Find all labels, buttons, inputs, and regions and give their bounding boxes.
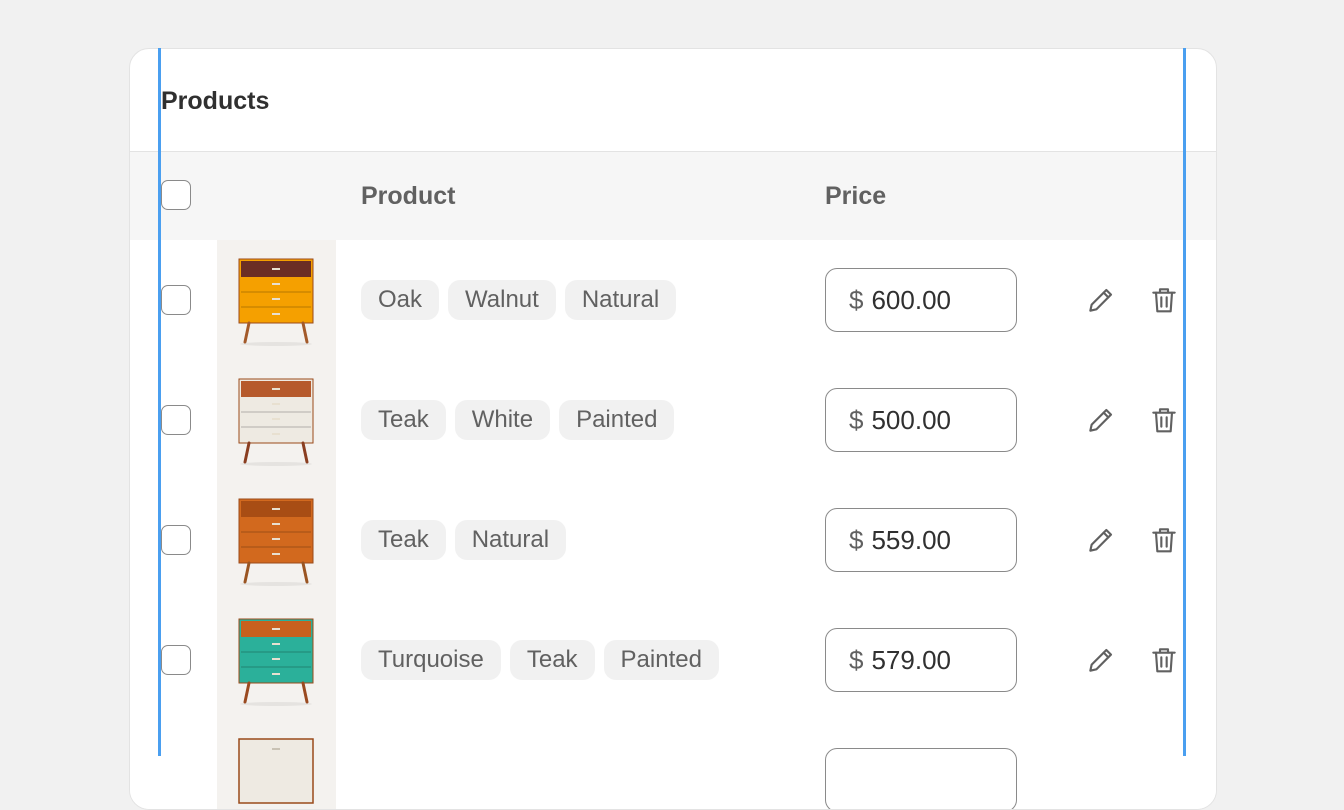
price-value: 600.00	[871, 284, 951, 315]
product-tags: Teak White Painted	[361, 400, 675, 440]
trash-icon[interactable]	[1148, 524, 1180, 556]
product-thumbnail	[217, 360, 336, 480]
table-header: Product Price	[130, 151, 1216, 241]
table-row: Oak Walnut Natural $600.00	[130, 240, 1216, 361]
row-checkbox[interactable]	[161, 405, 191, 435]
pencil-icon[interactable]	[1085, 524, 1117, 556]
row-checkbox[interactable]	[161, 285, 191, 315]
right-guide-line	[1183, 48, 1186, 756]
product-tags: Oak Walnut Natural	[361, 280, 677, 320]
table-row: Teak White Painted $500.00	[130, 360, 1216, 481]
table-row: Turquoise Teak Painted $579.00	[130, 600, 1216, 721]
currency-symbol: $	[849, 404, 864, 435]
card-title: Products	[161, 87, 270, 115]
tag-chip: Teak	[361, 520, 446, 560]
currency-symbol: $	[849, 284, 864, 315]
price-input[interactable]	[825, 748, 1017, 809]
price-input[interactable]: $579.00	[825, 628, 1017, 692]
products-card: Products Product Price Oak Walnut Natural $…	[129, 48, 1217, 810]
trash-icon[interactable]	[1148, 404, 1180, 436]
table-row-partial	[130, 720, 1216, 809]
price-value: 500.00	[871, 404, 951, 435]
price-input[interactable]: $600.00	[825, 268, 1017, 332]
product-thumbnail	[217, 480, 336, 600]
trash-icon[interactable]	[1148, 284, 1180, 316]
tag-chip: Natural	[454, 520, 567, 560]
price-value: 579.00	[871, 644, 951, 675]
table-row: Teak Natural $559.00	[130, 480, 1216, 601]
product-thumbnail	[217, 720, 336, 809]
price-input[interactable]: $559.00	[825, 508, 1017, 572]
tag-chip: Oak	[361, 280, 440, 320]
row-checkbox[interactable]	[161, 645, 191, 675]
trash-icon[interactable]	[1148, 644, 1180, 676]
left-guide-line	[158, 48, 161, 756]
row-checkbox[interactable]	[161, 525, 191, 555]
pencil-icon[interactable]	[1085, 284, 1117, 316]
price-input[interactable]: $500.00	[825, 388, 1017, 452]
product-tags: Teak Natural	[361, 520, 567, 560]
tag-chip: Walnut	[448, 280, 556, 320]
product-tags: Turquoise Teak Painted	[361, 640, 719, 680]
tag-chip: Painted	[559, 400, 675, 440]
column-header-price: Price	[825, 182, 887, 210]
tag-chip: Teak	[509, 640, 595, 680]
product-thumbnail	[217, 600, 336, 720]
currency-symbol: $	[849, 644, 864, 675]
tag-chip: Turquoise	[361, 640, 501, 680]
tag-chip: Natural	[564, 280, 677, 320]
tag-chip: Painted	[603, 640, 719, 680]
tag-chip: Teak	[361, 400, 446, 440]
price-value: 559.00	[871, 524, 951, 555]
currency-symbol: $	[849, 524, 864, 555]
tag-chip: White	[454, 400, 551, 440]
pencil-icon[interactable]	[1085, 644, 1117, 676]
column-header-product: Product	[361, 182, 456, 210]
pencil-icon[interactable]	[1085, 404, 1117, 436]
product-thumbnail	[217, 240, 336, 360]
select-all-checkbox[interactable]	[161, 180, 191, 210]
